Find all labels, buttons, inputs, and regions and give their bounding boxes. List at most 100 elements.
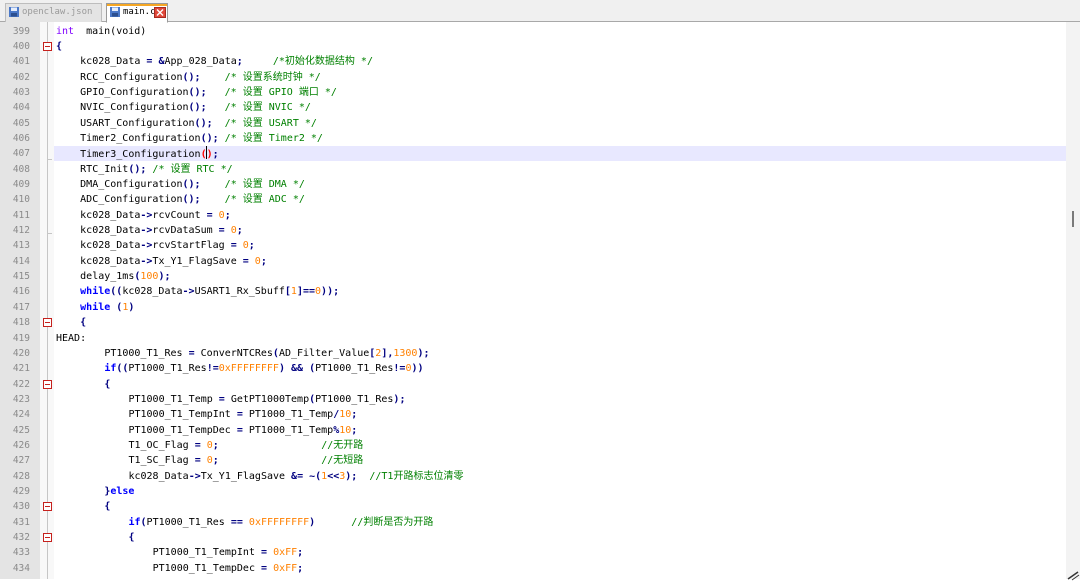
fold-guide-line <box>47 22 48 579</box>
code-token: ); <box>417 347 430 359</box>
code-line[interactable]: PT1000_T1_Temp = GetPT1000Temp(PT1000_T1… <box>128 392 405 407</box>
code-token: 0xFF <box>273 562 298 574</box>
code-line[interactable]: { <box>104 377 110 392</box>
code-line[interactable]: Timer3_Configuration(); <box>80 146 219 161</box>
code-line[interactable]: PT1000_T1_TempInt = PT1000_T1_Temp/10; <box>128 407 357 422</box>
line-number: 433 <box>12 547 30 559</box>
code-token: PT1000_T1_TempInt <box>128 409 237 421</box>
fold-end-marker <box>47 233 52 235</box>
code-token: ~( <box>309 470 322 482</box>
code-token: &= <box>291 470 304 482</box>
code-line[interactable]: PT1000_T1_TempInt = 0xFF; <box>153 545 304 560</box>
line-number: 408 <box>12 163 30 175</box>
line-number: 426 <box>12 439 30 451</box>
fold-toggle-icon[interactable] <box>43 502 52 512</box>
code-line[interactable]: { <box>128 530 134 545</box>
code-editor[interactable]: int main(void){kc028_Data = &App_028_Dat… <box>0 22 1080 581</box>
code-line[interactable]: while((kc028_Data->USART1_Rx_Sbuff[1]==0… <box>80 284 339 299</box>
code-token: kc028_Data <box>80 56 147 68</box>
code-line[interactable]: PT1000_T1_TempDec = PT1000_T1_Temp%10; <box>128 423 357 438</box>
code-token: 0xFF <box>273 547 298 559</box>
code-line[interactable]: kc028_Data->rcvStartFlag = 0; <box>80 238 255 253</box>
fold-toggle-icon[interactable] <box>43 318 52 328</box>
fold-toggle-icon[interactable] <box>43 533 52 543</box>
code-line[interactable]: { <box>104 499 110 514</box>
code-token: else <box>110 486 135 497</box>
code-line[interactable]: PT1000_T1_TempDec = 0xFF; <box>153 561 304 576</box>
code-token: //无短路 <box>321 455 364 467</box>
code-token: T1_OC_Flag <box>128 439 195 451</box>
line-number: 434 <box>12 562 30 574</box>
code-token: 10 <box>339 424 352 436</box>
code-token: AD_Filter_Value <box>278 347 370 359</box>
code-line[interactable]: RCC_Configuration(); /* 设置系统时钟 */ <box>80 70 321 85</box>
code-line[interactable]: delay_1ms(100); <box>80 269 170 284</box>
code-line[interactable]: ADC_Configuration(); /* 设置 ADC */ <box>80 192 305 207</box>
code-token: (); <box>200 132 219 144</box>
code-token: 1300 <box>393 347 418 359</box>
code-token: /* 设置系统时钟 */ <box>224 71 321 83</box>
code-line[interactable]: }else <box>104 484 134 499</box>
code-token: kc028_Data <box>80 255 141 267</box>
code-token: ; <box>260 255 267 267</box>
code-line[interactable]: while (1) <box>80 300 134 315</box>
line-number: 419 <box>12 332 30 344</box>
scrollbar-thumb[interactable] <box>1072 211 1074 227</box>
resize-grip-icon <box>1067 571 1080 581</box>
line-number: 418 <box>12 317 30 329</box>
code-line[interactable]: PT1000_T1_Res = ConverNTCRes(AD_Filter_V… <box>104 346 429 361</box>
code-line[interactable]: if((PT1000_T1_Res!=0xFFFFFFFF) && (PT100… <box>104 361 423 376</box>
code-line[interactable]: kc028_Data = &App_028_Data; /*初始化数据结构 */ <box>80 54 373 69</box>
code-line[interactable]: kc028_Data->rcvCount = 0; <box>80 208 231 223</box>
line-number: 413 <box>12 240 30 252</box>
code-token: rcvDataSum <box>152 225 219 237</box>
code-line[interactable]: T1_OC_Flag = 0; //无开路 <box>128 438 363 453</box>
vertical-scrollbar[interactable] <box>1066 22 1080 579</box>
code-token: (); <box>188 86 207 98</box>
code-token: /* 设置 USART */ <box>224 117 317 129</box>
code-line[interactable]: RTC_Init(); /* 设置 RTC */ <box>80 162 232 177</box>
code-token: (); <box>182 194 201 206</box>
code-token: HEAD: <box>56 332 87 344</box>
code-token: -> <box>140 225 153 237</box>
code-line[interactable]: T1_SC_Flag = 0; //无短路 <box>128 453 363 468</box>
tab-openclaw-json[interactable]: openclaw.json <box>5 3 102 22</box>
fold-toggle-icon[interactable] <box>43 41 52 51</box>
code-token: { <box>80 317 87 329</box>
fold-toggle-icon[interactable] <box>43 379 52 389</box>
code-token: Timer3_Configuration <box>80 149 201 161</box>
fold-end-marker <box>47 159 52 161</box>
code-line[interactable]: GPIO_Configuration(); /* 设置 GPIO 端口 */ <box>80 85 337 100</box>
code-line[interactable]: HEAD: <box>56 331 86 346</box>
code-line[interactable]: { <box>56 39 62 54</box>
line-number: 399 <box>12 25 30 37</box>
code-token: ); <box>393 393 406 405</box>
code-line[interactable]: kc028_Data->Tx_Y1_FlagSave &= ~(1<<3); /… <box>128 469 463 484</box>
line-number: 423 <box>12 393 30 405</box>
code-line[interactable]: NVIC_Configuration(); /* 设置 NVIC */ <box>80 100 311 115</box>
code-line[interactable]: USART_Configuration(); /* 设置 USART */ <box>80 116 317 131</box>
code-line[interactable]: DMA_Configuration(); /* 设置 DMA */ <box>80 177 305 192</box>
line-number: 407 <box>12 148 30 160</box>
code-token: //无开路 <box>321 439 364 451</box>
code-token: GetPT1000Temp <box>224 393 310 405</box>
code-line[interactable]: kc028_Data->rcvDataSum = 0; <box>80 223 243 238</box>
code-token: )); <box>321 286 340 298</box>
code-line[interactable]: { <box>80 315 86 330</box>
line-number: 411 <box>12 209 30 221</box>
code-line[interactable]: Timer2_Configuration(); /* 设置 Timer2 */ <box>80 131 323 146</box>
close-icon[interactable] <box>154 7 166 18</box>
code-token: //T1开路标志位清零 <box>369 470 464 482</box>
tab-main-c[interactable]: main.c <box>106 3 168 23</box>
code-token: /* 设置 Timer2 */ <box>224 132 323 144</box>
code-line[interactable]: kc028_Data->Tx_Y1_FlagSave = 0; <box>80 254 267 269</box>
code-token: kc028_Data <box>80 240 141 252</box>
code-token: { <box>56 40 63 52</box>
code-line[interactable]: if(PT1000_T1_Res == 0xFFFFFFFF) //判断是否为开… <box>128 515 433 530</box>
code-line[interactable]: int main(void) <box>56 24 146 39</box>
code-token: delay_1ms <box>80 271 135 283</box>
code-token: DMA_Configuration <box>80 179 183 190</box>
tab-bar: openclaw.json main.c <box>0 0 1080 23</box>
